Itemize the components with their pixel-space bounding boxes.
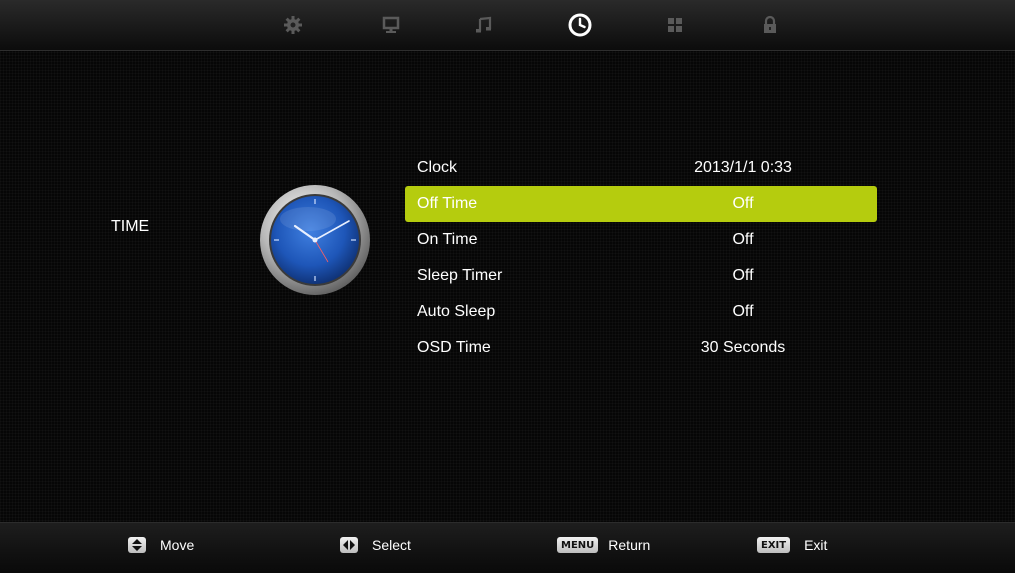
- exit-key-badge: EXIT: [757, 537, 791, 553]
- menu-item-value: 2013/1/1 0:33: [694, 159, 792, 176]
- menu-item-clock[interactable]: Clock 2013/1/1 0:33: [405, 150, 877, 186]
- menu-item-on-time[interactable]: On Time Off: [405, 222, 877, 258]
- menu-item-value: Off: [732, 267, 754, 284]
- hint-select: Select: [340, 537, 411, 553]
- menu-item-osd-time[interactable]: OSD Time 30 Seconds: [405, 330, 877, 366]
- menu-item-value: 30 Seconds: [700, 339, 786, 356]
- menu-item-off-time[interactable]: Off Time Off: [405, 186, 877, 222]
- menu-item-sleep-timer[interactable]: Sleep Timer Off: [405, 258, 877, 294]
- up-down-arrows-icon: [128, 537, 146, 553]
- menu-item-value: Off: [732, 231, 754, 248]
- menu-tab-bar: [0, 0, 1015, 51]
- hint-select-label: Select: [372, 537, 411, 553]
- hint-return-label: Return: [608, 537, 651, 553]
- time-menu-list: Clock 2013/1/1 0:33 Off Time Off On Time…: [405, 150, 877, 366]
- hint-exit-label: Exit: [804, 537, 828, 553]
- gear-icon: [284, 16, 302, 34]
- tab-lock[interactable]: [757, 12, 783, 38]
- monitor-icon: [382, 16, 400, 33]
- tab-picture[interactable]: [378, 12, 404, 38]
- menu-item-label: On Time: [417, 231, 478, 248]
- menu-key-badge: MENU: [557, 537, 599, 553]
- tab-sound[interactable]: [470, 12, 496, 38]
- hint-return: MENU Return: [557, 537, 650, 553]
- section-title: TIME: [111, 218, 150, 235]
- analog-clock-icon: [260, 185, 370, 295]
- menu-item-value: Off: [732, 195, 754, 212]
- hint-move-label: Move: [160, 537, 195, 553]
- lock-icon: [764, 15, 776, 33]
- menu-item-label: Off Time: [417, 195, 478, 212]
- menu-item-value: Off: [732, 303, 754, 320]
- menu-item-label: Auto Sleep: [417, 303, 496, 320]
- clock-icon: [568, 13, 592, 37]
- menu-item-label: OSD Time: [417, 339, 491, 356]
- menu-item-auto-sleep[interactable]: Auto Sleep Off: [405, 294, 877, 330]
- menu-item-label: Clock: [417, 159, 458, 176]
- tab-setup[interactable]: [662, 12, 688, 38]
- grid-icon: [668, 18, 682, 32]
- hint-move: Move: [128, 537, 194, 553]
- tab-time[interactable]: [567, 12, 593, 38]
- key-hint-bar: Move Select MENU Return EXIT Exit: [0, 522, 1015, 573]
- hint-exit: EXIT Exit: [757, 537, 827, 553]
- left-right-arrows-icon: [340, 537, 358, 553]
- tab-settings[interactable]: [280, 12, 306, 38]
- menu-item-label: Sleep Timer: [417, 267, 503, 284]
- music-note-icon: [476, 16, 492, 33]
- tv-osd-screen: TIME Clock 2013/1/1 0:33 Off Time Off On…: [0, 0, 1015, 573]
